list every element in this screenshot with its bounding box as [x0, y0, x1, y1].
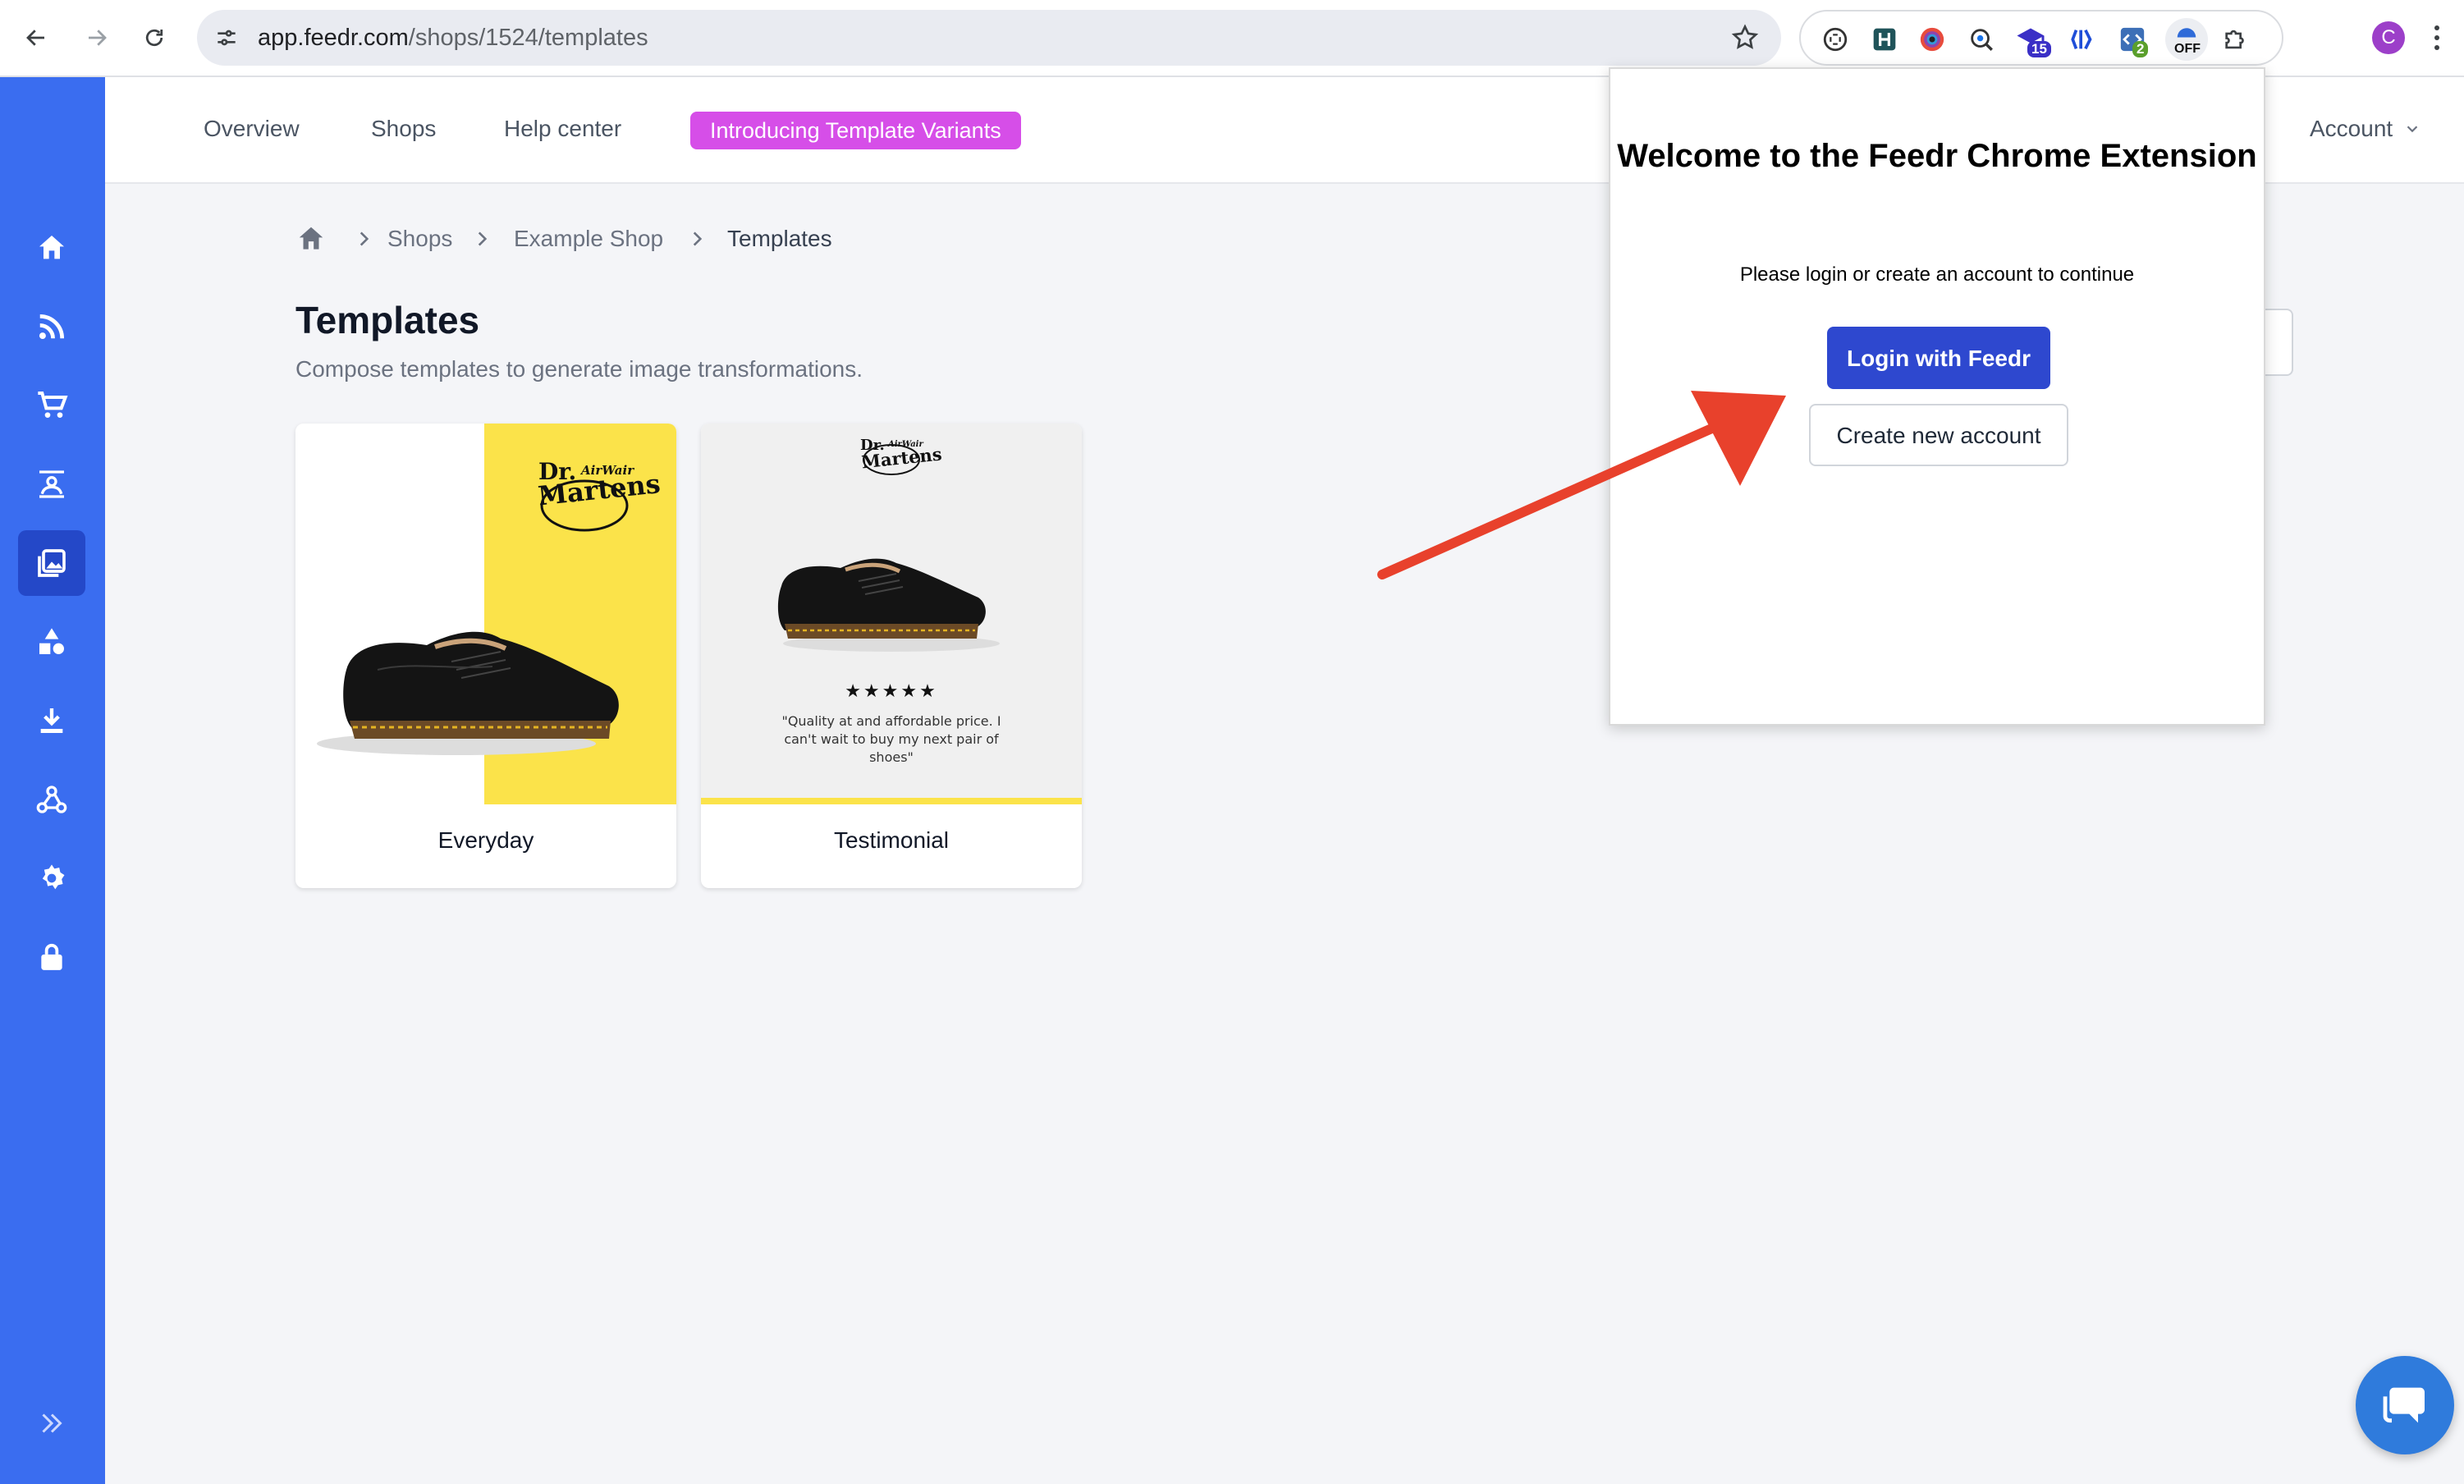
- template-card-everyday[interactable]: Dr. AirWair Martens Everyday: [295, 424, 676, 888]
- lock-icon: [41, 943, 62, 970]
- color-picker-icon: [1920, 27, 1944, 52]
- testimonial-quote: "Quality at and affordable price. I can'…: [781, 713, 1001, 765]
- search-lens-extension[interactable]: [1967, 25, 1996, 54]
- webhook-icon: [36, 786, 67, 813]
- chevron-right-icon: [360, 231, 369, 246]
- nav-overview[interactable]: Overview: [204, 115, 300, 143]
- image-group-icon: [39, 470, 64, 498]
- browser-toolbar: app.feedr.com/shops/1524/templates 15 2: [0, 0, 2464, 77]
- kebab-menu-icon[interactable]: [2431, 23, 2443, 53]
- academy-extension[interactable]: 15: [2016, 25, 2051, 57]
- feed-icon: [39, 314, 65, 340]
- template-name: Everyday: [437, 827, 534, 853]
- sidebar-item-templates[interactable]: [18, 530, 85, 596]
- chevron-down-icon[interactable]: [2403, 120, 2421, 138]
- capture-extension[interactable]: [1821, 25, 1850, 54]
- sidebar-item-webhooks[interactable]: [18, 767, 85, 832]
- sidebar-item-security[interactable]: [18, 924, 85, 990]
- extension-badge: 2: [2132, 41, 2149, 57]
- chat-bubble-icon: [2383, 1387, 2425, 1423]
- chevron-right-icon: [478, 231, 488, 246]
- sidebar-expand-button[interactable]: [18, 1390, 85, 1456]
- chevron-right-icon: [693, 231, 703, 246]
- sidebar-item-shapes[interactable]: [18, 609, 85, 675]
- sidebar-item-downloads[interactable]: [18, 688, 85, 753]
- templates-icon: [38, 549, 66, 577]
- bookmark-star-icon[interactable]: [1730, 23, 1760, 53]
- chat-support-button[interactable]: [2356, 1356, 2454, 1454]
- site-settings-icon[interactable]: [213, 25, 240, 51]
- url-path: /shops/1524/templates: [408, 25, 648, 51]
- page-subtitle: Compose templates to generate image tran…: [295, 356, 863, 382]
- profile-avatar[interactable]: C: [2372, 21, 2405, 54]
- annotation-arrow: [1377, 391, 1786, 579]
- sidebar-item-settings[interactable]: [18, 845, 85, 911]
- capture-icon: [1823, 27, 1848, 52]
- template-preview-image: Dr. AirWair Martens ★★★★★ "Quality at an…: [701, 424, 1082, 804]
- forward-button[interactable]: [77, 18, 117, 57]
- sidebar: [0, 77, 105, 1484]
- login-with-feedr-button[interactable]: Login with Feedr: [1827, 327, 2050, 389]
- brackets-icon: [2071, 29, 2092, 50]
- account-menu[interactable]: Account: [2310, 115, 2393, 143]
- extension-badge: 15: [2027, 41, 2051, 57]
- breadcrumb-templates: Templates: [727, 226, 832, 251]
- extensions-tray: 15 2 OFF: [1799, 10, 2283, 66]
- page-title: Templates: [295, 299, 480, 341]
- sidebar-item-images[interactable]: [18, 451, 85, 517]
- nav-shops[interactable]: Shops: [371, 115, 436, 143]
- breadcrumb-shops[interactable]: Shops: [387, 225, 452, 253]
- brackets-extension[interactable]: [2068, 25, 2098, 54]
- shapes-icon: [39, 628, 64, 654]
- search-lens-icon: [1971, 29, 1993, 51]
- address-bar[interactable]: app.feedr.com/shops/1524/templates: [197, 10, 1781, 66]
- back-button[interactable]: [16, 18, 56, 57]
- download-icon: [40, 708, 63, 733]
- home-icon: [39, 236, 64, 259]
- template-card-testimonial[interactable]: Dr. AirWair Martens ★★★★★ "Quality at an…: [701, 424, 1082, 888]
- sidebar-item-products[interactable]: [18, 373, 85, 438]
- breadcrumb-example-shop[interactable]: Example Shop: [514, 225, 663, 253]
- back-arrow-icon: [26, 30, 44, 46]
- template-preview-image: Dr. AirWair Martens: [295, 424, 676, 804]
- extension-badge: OFF: [2174, 42, 2201, 56]
- h-extension[interactable]: [1870, 25, 1899, 54]
- nav-help-center[interactable]: Help center: [504, 115, 621, 143]
- code-extension[interactable]: 2: [2118, 25, 2149, 57]
- sidebar-item-feeds[interactable]: [18, 294, 85, 360]
- popup-message: Please login or create an account to con…: [1739, 263, 2135, 286]
- h-extension-icon: [1873, 28, 1896, 51]
- reload-button[interactable]: [135, 18, 174, 57]
- url-host: app.feedr.com: [258, 25, 409, 51]
- create-account-button[interactable]: Create new account: [1809, 404, 2068, 466]
- popup-title: Welcome to the Feedr Chrome Extension: [1617, 138, 2257, 174]
- rating-stars: ★★★★★: [845, 681, 938, 702]
- puzzle-icon: [2225, 30, 2244, 49]
- template-variants-promo-badge[interactable]: Introducing Template Variants: [690, 112, 1021, 149]
- sidebar-item-home[interactable]: [18, 215, 85, 281]
- double-chevron-right-icon: [42, 1413, 62, 1433]
- partial-action-button[interactable]: [2265, 309, 2293, 376]
- extensions-menu[interactable]: [2221, 25, 2251, 54]
- forward-arrow-icon: [89, 30, 107, 46]
- color-picker-extension[interactable]: [1917, 25, 1947, 54]
- breadcrumb-home-icon[interactable]: [295, 223, 327, 254]
- reload-icon: [145, 29, 163, 47]
- template-name: Testimonial: [833, 827, 950, 853]
- everyday-preview-graphic: Dr. AirWair Martens: [295, 424, 676, 804]
- url-text: app.feedr.com/shops/1524/templates: [258, 21, 648, 54]
- settings-icon: [42, 864, 65, 890]
- cart-icon: [38, 392, 68, 418]
- feedr-extension[interactable]: OFF: [2165, 18, 2208, 61]
